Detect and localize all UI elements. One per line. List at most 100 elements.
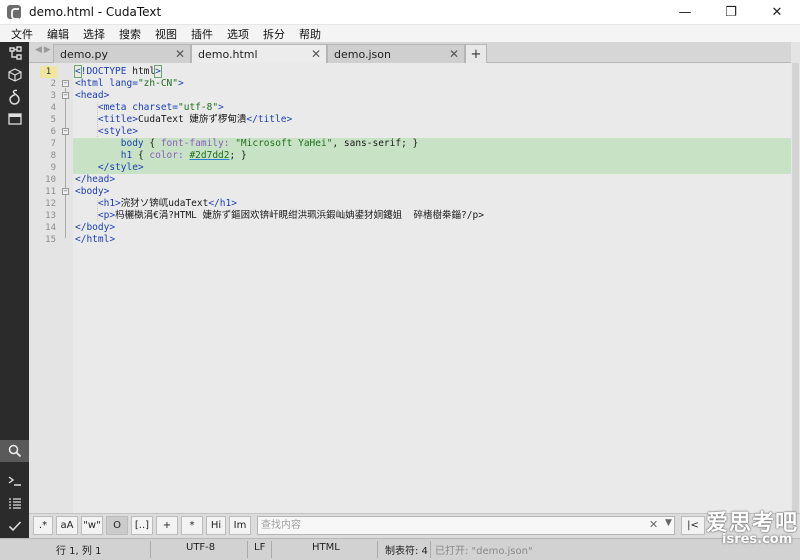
line-number: 9 [50,163,56,173]
search-history-dropdown-icon[interactable]: ▼ [665,518,672,528]
code-line-2: <html lang="zh-CN"> [75,78,184,89]
fold-toggle-icon[interactable]: − [62,188,69,195]
scrollbar-thumb[interactable] [792,63,799,513]
menu-view[interactable]: 视图 [148,26,184,42]
line-number: 6 [50,127,56,137]
tab-demo-html[interactable]: demo.html ✕ [191,44,327,64]
line-gutter: 1 2 3 4 5 6 7 8 9 10 11 12 13 14 15 − − … [29,63,73,513]
tab-bar: ◀▶ demo.py ✕ demo.html ✕ demo.json ✕ + [29,42,791,64]
new-tab-button[interactable]: + [465,44,487,63]
console-icon[interactable] [0,470,29,492]
delta-icon[interactable] [0,86,29,108]
cursor-position[interactable]: 行 1, 列 1 [56,542,101,557]
tree-icon[interactable] [0,42,29,64]
line-number: 11 [45,187,56,197]
line-ending-indicator[interactable]: LF [254,542,265,553]
status-message: 已打开: "demo.json" [435,546,533,557]
cudatext-app-icon [7,5,21,20]
list-icon[interactable] [0,492,29,514]
folder-panel-icon[interactable] [0,108,29,130]
wrapped-search-toggle-button[interactable]: O [106,516,128,535]
menu-plugins[interactable]: 插件 [184,26,220,42]
clear-search-icon[interactable]: ✕ [649,518,658,531]
menu-edit[interactable]: 编辑 [40,26,76,42]
code-line-13: <p>杩欐槸涓€涓?HTML 婕旂ず鏂囦欢锛屽睍绀洪珮浜鍜屾姌鍙犲姛鑳姐 碎榰樹… [97,210,484,221]
status-separator [150,541,151,558]
immediate-search-toggle-button[interactable]: Im [229,516,251,535]
line-number: 10 [45,175,56,185]
code-line-5: <title>CudaText 婕旂ず椤甸潰</title> [97,114,293,125]
code-line-9: </style> [73,162,791,174]
fold-guide [65,88,66,238]
line-number: 4 [50,103,56,113]
search-toolbar: .* aA "w" O [..] + * Hi Im 查找内容 ✕ ▼ |< [29,513,800,538]
watermark-url: isres.com [722,532,793,547]
line-number: 2 [50,79,56,89]
maximize-button[interactable]: ❐ [708,0,754,25]
tab-demo-json[interactable]: demo.json ✕ [327,44,465,63]
tab-close-icon[interactable]: ✕ [175,47,185,61]
line-number: 12 [45,199,56,209]
code-line-3: <head> [75,90,110,101]
code-line-11: <body> [75,186,110,197]
status-separator [247,541,248,558]
line-number: 13 [45,211,56,221]
menu-split[interactable]: 拆分 [256,26,292,42]
menu-options[interactable]: 选项 [220,26,256,42]
tab-label: demo.html [198,48,258,61]
fold-toggle-icon[interactable]: − [62,80,69,87]
window-controls: — ❐ ✕ [662,0,800,25]
tokens-toggle-button[interactable]: * [181,516,203,535]
search-input[interactable]: 查找内容 [257,516,675,535]
side-toolbar [0,42,29,538]
menu-file[interactable]: 文件 [4,26,40,42]
window-title: demo.html - CudaText [29,5,162,19]
vertical-scrollbar[interactable] [791,63,800,513]
tab-demo-py[interactable]: demo.py ✕ [53,44,191,63]
line-number: 15 [45,235,56,245]
tab-scroll-arrows[interactable]: ◀▶ [35,45,53,55]
tab-close-icon[interactable]: ✕ [449,47,459,61]
code-line-12: <h1>浣犲ソ锛屼udaText</h1> [97,198,237,209]
case-sensitive-toggle-button[interactable]: aA [56,516,78,535]
minimize-button[interactable]: — [662,0,708,25]
find-first-button[interactable]: |< [681,516,705,535]
menu-bar: 文件 编辑 选择 搜索 视图 插件 选项 拆分 帮助 [0,25,800,42]
line-number: 5 [50,115,56,125]
code-area[interactable]: <!DOCTYPE html> <html lang="zh-CN"> <hea… [73,63,791,513]
line-number: 1 [40,66,57,78]
lexer-indicator[interactable]: HTML [312,542,340,553]
cube-icon[interactable] [0,64,29,86]
code-line-6: <style> [97,126,138,137]
code-line-14: </body> [75,222,116,233]
check-icon[interactable] [0,515,29,537]
status-bar: 行 1, 列 1 UTF-8 LF HTML 制表符: 4 已打开: "demo… [0,538,800,560]
regex-toggle-button[interactable]: .* [33,516,53,535]
code-line-10: </head> [75,174,116,185]
code-line-4: <meta charset="utf-8"> [97,102,224,113]
menu-help[interactable]: 帮助 [292,26,328,42]
tab-label: demo.py [60,47,108,61]
code-line-8: h1 { color: #2d7dd2; } [73,150,791,162]
menu-select[interactable]: 选择 [76,26,112,42]
code-editor[interactable]: 1 2 3 4 5 6 7 8 9 10 11 12 13 14 15 − − … [29,63,791,513]
code-line-15: </html> [75,234,116,245]
close-button[interactable]: ✕ [754,0,800,25]
status-separator [271,541,272,558]
in-selection-toggle-button[interactable]: [..] [131,516,153,535]
multiline-toggle-button[interactable]: + [156,516,178,535]
tab-size-indicator[interactable]: 制表符: 4 [385,542,428,557]
status-separator [377,541,378,558]
whole-word-toggle-button[interactable]: "w" [81,516,103,535]
tab-label: demo.json [334,47,391,61]
fold-toggle-icon[interactable]: − [62,128,69,135]
title-bar: demo.html - CudaText — ❐ ✕ [0,0,800,25]
code-line-7: body { font-family: "Microsoft YaHei", s… [73,138,791,150]
highlight-all-toggle-button[interactable]: Hi [206,516,226,535]
search-icon[interactable] [0,440,29,462]
tab-close-icon[interactable]: ✕ [311,47,321,61]
menu-search[interactable]: 搜索 [112,26,148,42]
line-number: 8 [50,151,56,161]
fold-toggle-icon[interactable]: − [62,92,69,99]
encoding-indicator[interactable]: UTF-8 [186,542,215,553]
